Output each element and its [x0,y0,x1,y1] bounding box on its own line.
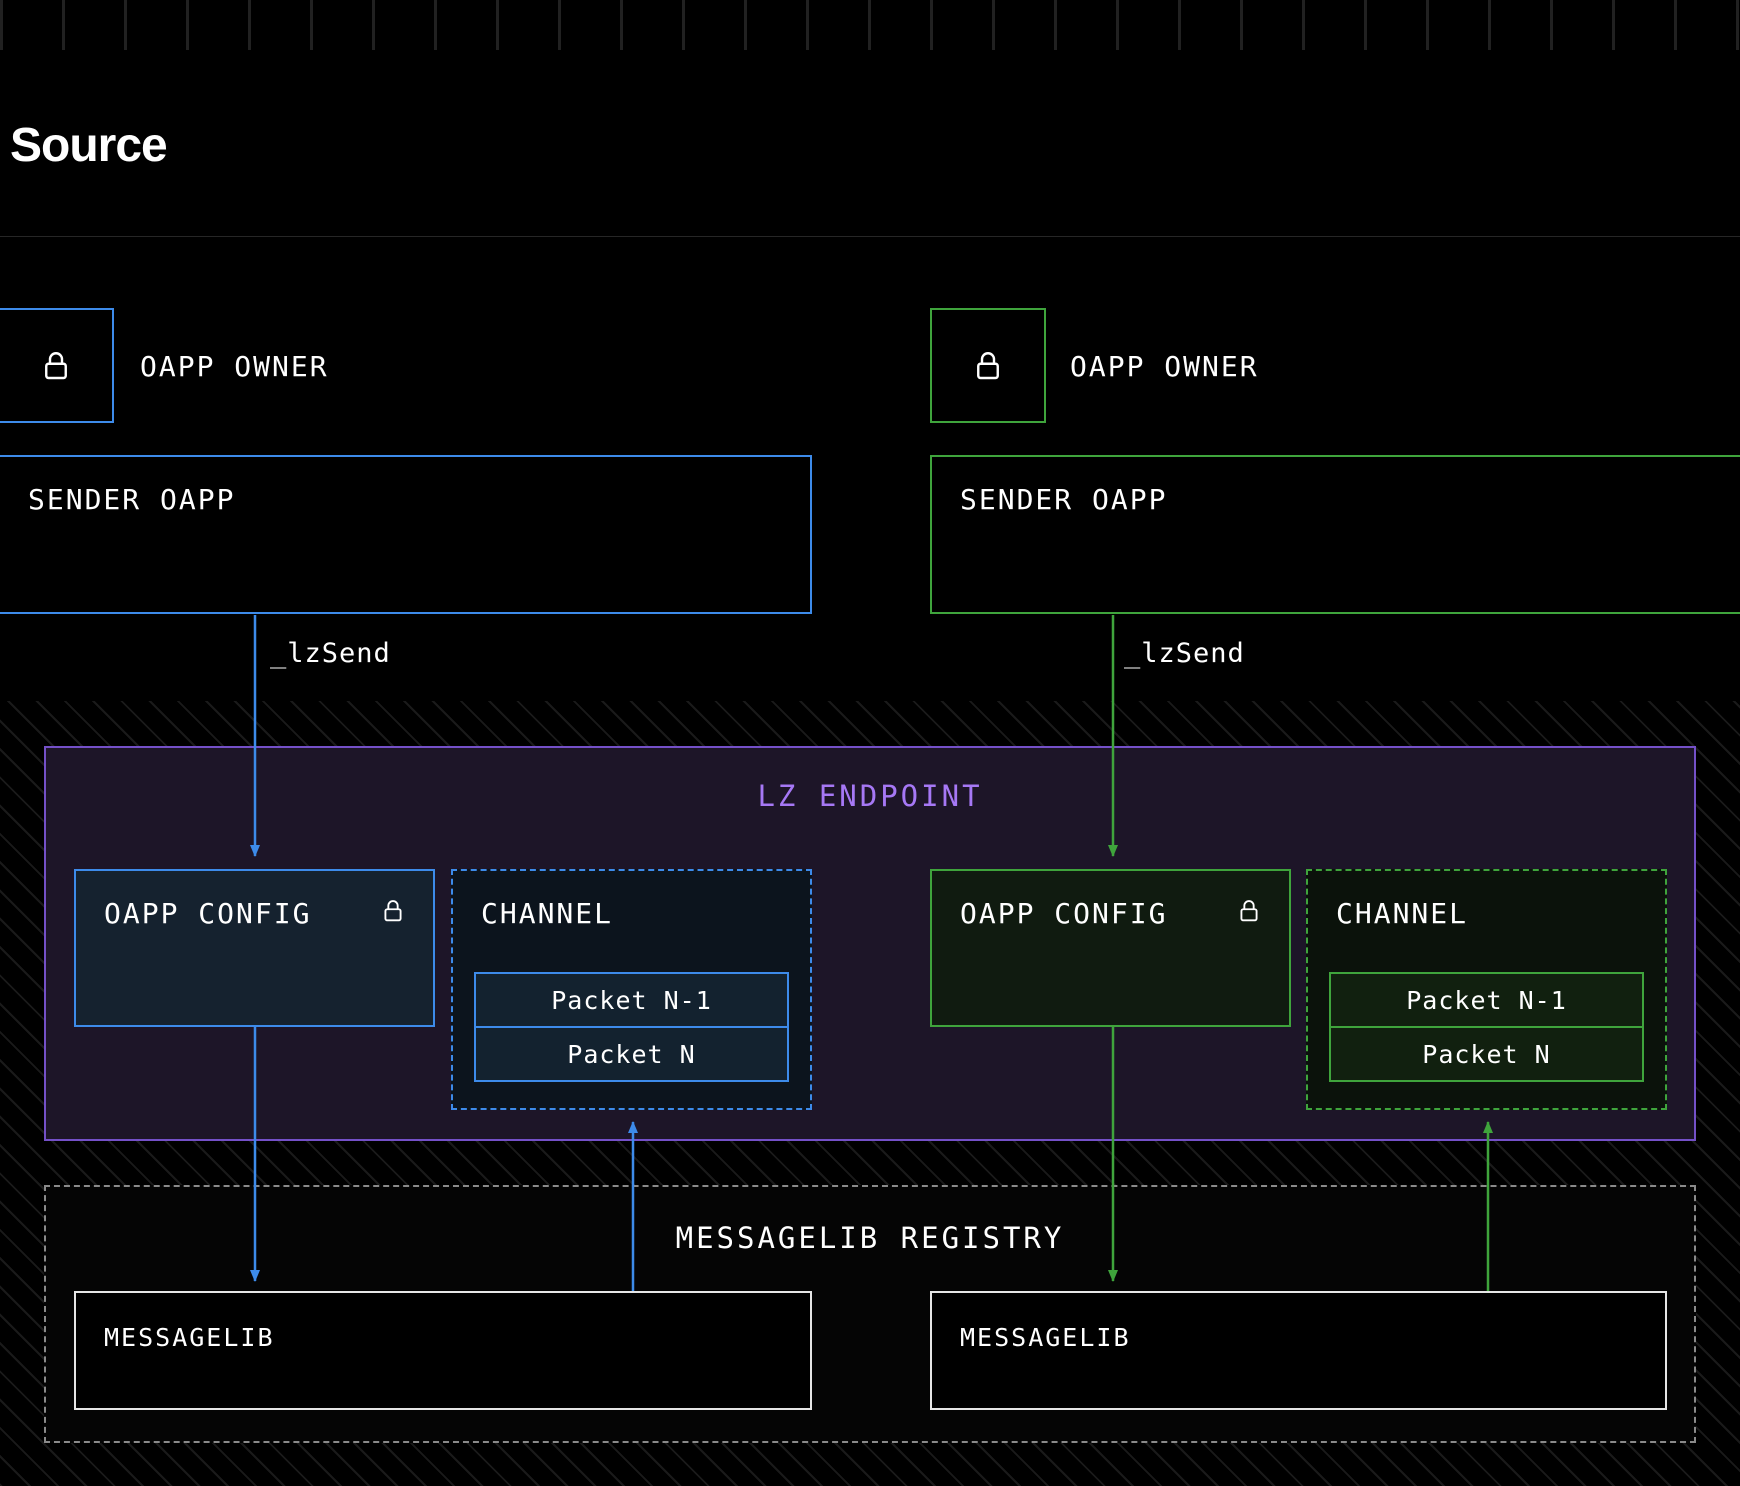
oapp-owner-box-right [930,308,1046,423]
messagelib-label-right: MESSAGELIB [960,1323,1131,1352]
packet-stack-left: Packet N-1 Packet N [474,972,789,1082]
lock-icon [1235,897,1263,925]
oapp-config-label-left: OAPP CONFIG [104,897,311,930]
oapp-config-box-left: OAPP CONFIG [74,869,435,1027]
channel-box-left: CHANNEL Packet N-1 Packet N [451,869,812,1110]
oapp-config-box-right: OAPP CONFIG [930,869,1291,1027]
packet-n-left: Packet N [474,1026,789,1082]
messagelib-box-right: MESSAGELIB [930,1291,1667,1410]
packet-n-1-left: Packet N-1 [474,972,789,1028]
oapp-owner-label-right: OAPP OWNER [1070,350,1259,383]
lzsend-label-right: _lzSend [1124,638,1245,669]
lz-endpoint-title: LZ ENDPOINT [46,779,1694,813]
channel-label-right: CHANNEL [1336,897,1468,930]
sender-oapp-box-right: SENDER OAPP [930,455,1740,614]
tick-strip [0,0,1740,50]
diagram-canvas: Source LZ ENDPOINT MESSAGELIB REGISTRY O… [0,0,1740,1486]
messagelib-label-left: MESSAGELIB [104,1323,275,1352]
lock-icon [379,897,407,925]
channel-label-left: CHANNEL [481,897,613,930]
packet-stack-right: Packet N-1 Packet N [1329,972,1644,1082]
oapp-config-label-right: OAPP CONFIG [960,897,1167,930]
oapp-owner-box-left [0,308,114,423]
sender-oapp-box-left: SENDER OAPP [0,455,812,614]
messagelib-registry-title: MESSAGELIB REGISTRY [46,1221,1694,1255]
sender-oapp-label-right: SENDER OAPP [960,483,1167,516]
messagelib-box-left: MESSAGELIB [74,1291,812,1410]
channel-box-right: CHANNEL Packet N-1 Packet N [1306,869,1667,1110]
oapp-owner-label-left: OAPP OWNER [140,350,329,383]
section-divider [0,236,1740,237]
packet-n-1-right: Packet N-1 [1329,972,1644,1028]
packet-n-right: Packet N [1329,1026,1644,1082]
lzsend-label-left: _lzSend [270,638,391,669]
page-title: Source [10,118,167,173]
lock-icon [38,348,74,384]
sender-oapp-label-left: SENDER OAPP [28,483,235,516]
lock-icon [970,348,1006,384]
